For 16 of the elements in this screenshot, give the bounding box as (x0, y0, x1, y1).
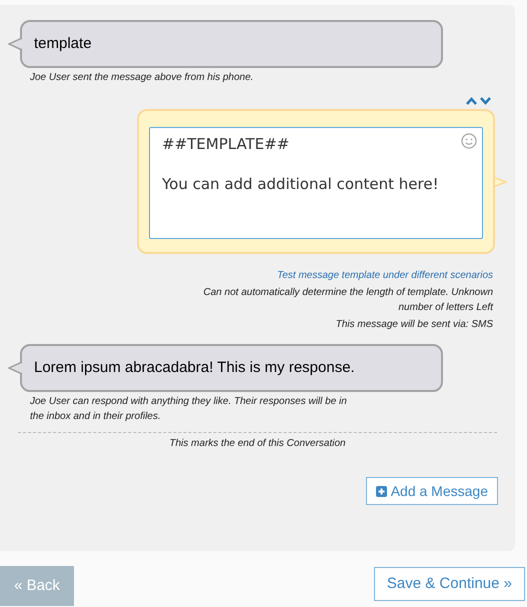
message-caption: Joe User can respond with anything they like. Their responses will be in the inbox and in their profiles. (30, 395, 348, 424)
smiley-icon[interactable] (461, 133, 477, 149)
message-text: template (34, 34, 92, 54)
end-note: This marks the end of this Conversation (168, 437, 347, 451)
message-caption: Joe User sent the message above from his phone. (30, 71, 254, 85)
message-text: Lorem ipsum abracadabra! This is my response. (34, 358, 355, 378)
move-down-icon[interactable] (480, 97, 491, 105)
save-continue-button[interactable]: Save & Continue » (374, 567, 525, 601)
message-field[interactable]: ##TEMPLATE## You can add additional content here! (149, 127, 483, 239)
message-note: Can not automatically determine the length of template. Unknown number of letters Left (202, 286, 493, 315)
add-message-button[interactable]: Add a Message (366, 477, 498, 505)
message-note: This message will be sent via: SMS (334, 318, 493, 332)
plus-icon (376, 486, 387, 496)
move-up-icon[interactable] (466, 97, 477, 105)
test-template-link[interactable]: Test message template under different scenarios (277, 268, 493, 283)
back-button[interactable]: « Back (0, 566, 74, 606)
